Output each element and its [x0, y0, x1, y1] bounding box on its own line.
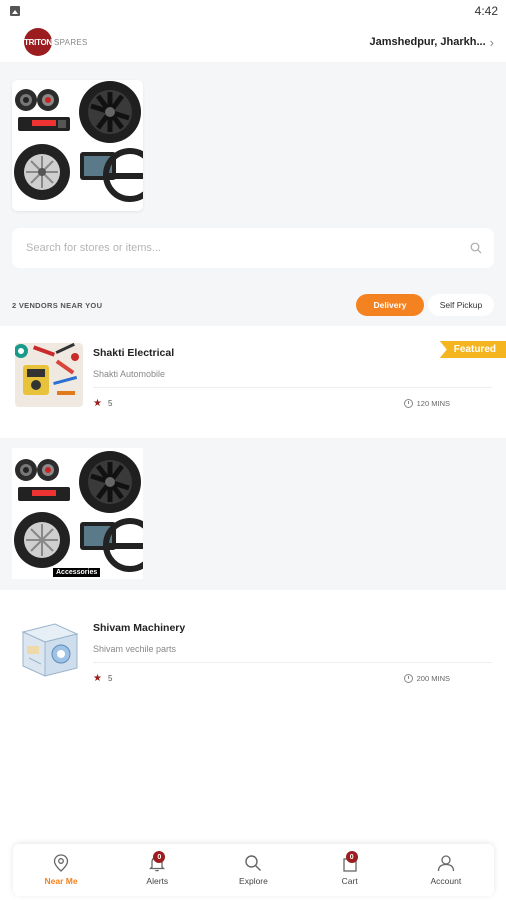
bottom-navigation: Near Me 0 Alerts Explore 0 Cart Account: [13, 844, 494, 896]
store-divider: [93, 387, 492, 388]
clock-icon: [403, 399, 413, 408]
nav-label: Explore: [239, 876, 268, 886]
user-icon: [437, 855, 454, 872]
promo-label: Accessories: [53, 568, 101, 577]
store-name: Shakti Electrical: [93, 347, 175, 359]
banner-section: [0, 62, 506, 228]
store-rating: ★ 5: [93, 673, 112, 684]
store-thumbnail: [15, 618, 83, 682]
delivery-time: 200 MINS: [403, 674, 450, 683]
accessories-banner[interactable]: Accessories: [12, 448, 143, 579]
store-card[interactable]: Shivam Machinery Shivam vechile parts ★ …: [0, 590, 506, 702]
search-section: [0, 228, 506, 284]
self-pickup-button[interactable]: Self Pickup: [428, 294, 494, 316]
nav-label: Near Me: [44, 876, 78, 886]
store-subtitle: Shivam vechile parts: [93, 644, 177, 654]
store-rating: ★ 5: [93, 398, 112, 409]
delivery-time-value: 120 MINS: [416, 399, 450, 408]
category-banner[interactable]: [12, 80, 143, 211]
gallery-notification-icon: [10, 6, 20, 16]
delivery-time-value: 200 MINS: [416, 674, 450, 683]
vendors-count: 2 VENDORS NEAR YOU: [12, 300, 103, 310]
logo-badge: TRITON: [24, 28, 52, 56]
search-icon[interactable]: [470, 242, 482, 254]
delivery-button[interactable]: Delivery: [356, 294, 424, 316]
nav-account[interactable]: Account: [406, 854, 486, 886]
status-time: 4:42: [474, 4, 498, 18]
chevron-right-icon: ›: [489, 34, 494, 50]
vendors-bar: 2 VENDORS NEAR YOU Delivery Self Pickup: [0, 284, 506, 326]
nav-alerts[interactable]: 0 Alerts: [117, 851, 197, 886]
nav-label: Alerts: [146, 876, 169, 886]
rating-value: 5: [107, 674, 113, 683]
nav-explore[interactable]: Explore: [213, 854, 293, 886]
delivery-time: 120 MINS: [403, 399, 450, 408]
logo-text: SPARES: [54, 37, 88, 47]
search-bar[interactable]: [12, 228, 494, 268]
store-name: Shivam Machinery: [93, 622, 186, 634]
clock-icon: [403, 674, 413, 683]
machinery-image: [15, 618, 83, 682]
store-info: Shivam Machinery Shivam vechile parts ★ …: [93, 618, 494, 702]
store-thumbnail: [15, 343, 83, 407]
status-bar: 4:42: [0, 0, 506, 22]
store-meta: ★ 5 200 MINS: [93, 673, 494, 684]
nav-label: Account: [430, 876, 462, 886]
star-icon: ★: [93, 398, 102, 409]
top-content: 2 VENDORS NEAR YOU Delivery Self Pickup: [0, 62, 506, 326]
promo-section: Accessories: [0, 438, 506, 590]
electrical-tools-image: [15, 343, 83, 407]
nav-near-me[interactable]: Near Me: [21, 854, 101, 886]
location-pin-icon: [53, 854, 69, 872]
delivery-mode-toggle: Delivery Self Pickup: [356, 294, 494, 316]
location-label: Jamshedpur, Jharkh...: [369, 36, 486, 48]
auto-parts-image: [12, 80, 143, 211]
store-subtitle: Shakti Automobile: [93, 369, 166, 379]
accessories-image: [12, 448, 143, 579]
store-card[interactable]: Shakti Electrical Shakti Automobile ★ 5 …: [0, 326, 506, 438]
featured-badge: Featured: [439, 341, 506, 358]
search-input[interactable]: [26, 242, 426, 254]
nav-label: Cart: [341, 876, 358, 886]
cart-badge: 0: [345, 851, 358, 863]
search-icon: [245, 855, 262, 871]
app-header: TRITON SPARES Jamshedpur, Jharkh... ›: [0, 22, 506, 62]
store-info: Shakti Electrical Shakti Automobile ★ 5 …: [93, 343, 494, 438]
rating-value: 5: [107, 399, 113, 408]
nav-cart[interactable]: 0 Cart: [310, 851, 390, 886]
app-logo[interactable]: TRITON SPARES: [24, 28, 88, 56]
store-divider: [93, 662, 492, 663]
star-icon: ★: [93, 673, 102, 684]
store-meta: ★ 5 120 MINS: [93, 398, 494, 409]
location-selector[interactable]: Jamshedpur, Jharkh... ›: [370, 35, 495, 50]
